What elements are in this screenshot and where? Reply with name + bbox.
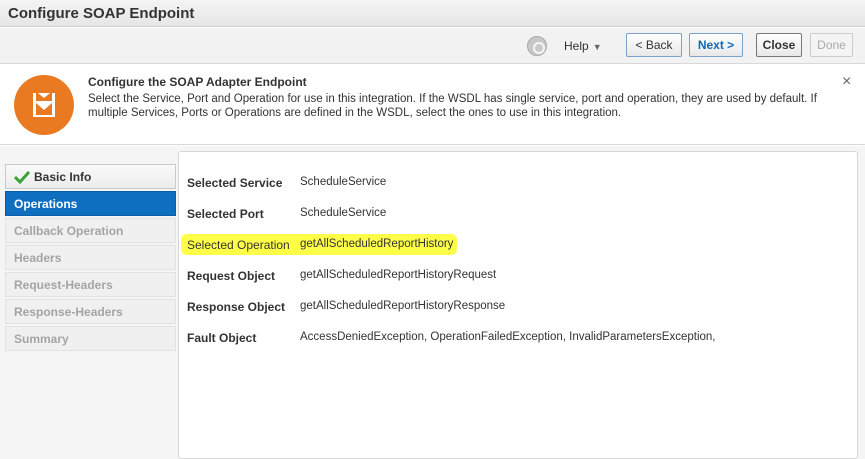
wizard-content: Basic Info Operations Callback Operation…: [0, 146, 865, 459]
detail-value: getAllScheduledReportHistoryResponse: [300, 300, 506, 312]
detail-row-selected-port: Selected Port ScheduleService: [179, 203, 859, 225]
nav-item-response-headers[interactable]: Response-Headers: [5, 299, 176, 324]
banner-description: Select the Service, Port and Operation f…: [88, 93, 817, 119]
toolbar: Help ▼ < Back Next > Close Done: [0, 28, 865, 64]
detail-value: ScheduleService: [300, 176, 387, 188]
nav-item-operations[interactable]: Operations: [5, 191, 176, 216]
detail-label: Fault Object: [187, 331, 257, 345]
detail-value: ScheduleService: [300, 207, 387, 219]
nav-item-request-headers[interactable]: Request-Headers: [5, 272, 176, 297]
detail-value: getAllScheduledReportHistory: [300, 238, 454, 250]
detail-row-response-object: Response Object getAllScheduledReportHis…: [179, 296, 859, 318]
detail-row-selected-operation: Selected Operation getAllScheduledReport…: [179, 234, 859, 256]
operation-details-panel: Selected Service ScheduleService Selecte…: [178, 151, 858, 459]
nav-item-label: Basic Info: [34, 169, 92, 184]
window-titlebar: Configure SOAP Endpoint: [0, 0, 865, 27]
detail-label: Selected Operation: [187, 238, 290, 252]
back-button[interactable]: < Back: [626, 33, 682, 57]
nav-item-label: Callback Operation: [14, 223, 124, 238]
adapter-glyph: [33, 93, 55, 117]
detail-row-request-object: Request Object getAllScheduledReportHist…: [179, 265, 859, 287]
adapter-endpoint-icon: [14, 75, 74, 135]
detail-row-fault-object: Fault Object AccessDeniedException, Oper…: [179, 327, 859, 349]
nav-item-headers[interactable]: Headers: [5, 245, 176, 270]
window-title: Configure SOAP Endpoint: [8, 5, 195, 22]
detail-label: Response Object: [187, 300, 286, 314]
info-banner: Configure the SOAP Adapter Endpoint Sele…: [0, 65, 865, 145]
detail-value: getAllScheduledReportHistoryRequest: [300, 269, 497, 281]
wizard-steps-nav: Basic Info Operations Callback Operation…: [5, 164, 176, 353]
detail-row-selected-service: Selected Service ScheduleService: [179, 172, 859, 194]
chevron-down-icon: ▼: [592, 42, 602, 52]
detail-value: AccessDeniedException, OperationFailedEx…: [300, 331, 716, 343]
nav-item-label: Operations: [14, 196, 78, 211]
help-circle-icon[interactable]: [527, 36, 547, 56]
nav-item-callback-operation[interactable]: Callback Operation: [5, 218, 176, 243]
nav-item-label: Summary: [14, 331, 69, 346]
help-label: Help: [564, 39, 589, 53]
nav-item-label: Response-Headers: [14, 304, 123, 319]
banner-title: Configure the SOAP Adapter Endpoint: [88, 75, 307, 89]
detail-label: Selected Port: [187, 207, 264, 221]
nav-item-label: Headers: [14, 250, 62, 265]
nav-item-summary[interactable]: Summary: [5, 326, 176, 351]
detail-label: Request Object: [187, 269, 276, 283]
done-button[interactable]: Done: [810, 33, 853, 57]
help-menu[interactable]: Help ▼: [564, 39, 602, 53]
nav-item-label: Request-Headers: [14, 277, 113, 292]
close-button[interactable]: Close: [756, 33, 802, 57]
nav-item-basic-info[interactable]: Basic Info: [5, 164, 176, 189]
checkmark-icon: [14, 170, 30, 184]
next-button[interactable]: Next >: [689, 33, 743, 57]
close-icon[interactable]: ×: [842, 73, 851, 91]
detail-label: Selected Service: [187, 176, 283, 190]
